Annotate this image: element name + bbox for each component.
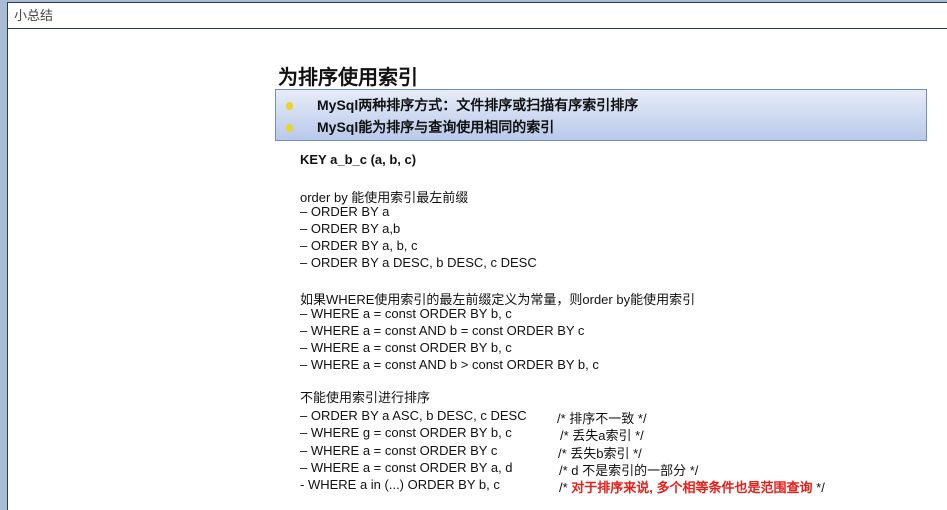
comment-open: /* (559, 480, 572, 495)
code-line: – WHERE a = const AND b > const ORDER BY… (300, 357, 599, 372)
code-line: - WHERE a in (...) ORDER BY b, c (300, 477, 500, 492)
comment-close: */ (812, 480, 825, 495)
slide-title: 为排序使用索引 (278, 67, 418, 89)
bullet-item: MySql能为排序与查询使用相同的索引 (286, 117, 554, 137)
bullet-text: MySql两种排序方式：文件排序或扫描有序索引排序 (317, 97, 639, 113)
code-line: – ORDER BY a DESC, b DESC, c DESC (300, 255, 537, 270)
bullet-band: MySql两种排序方式：文件排序或扫描有序索引排序 MySql能为排序与查询使用… (275, 89, 927, 141)
code-line: – WHERE a = const ORDER BY a, d (300, 460, 513, 475)
window-title: 小总结 (8, 3, 947, 29)
bullet-item: MySql两种排序方式：文件排序或扫描有序索引排序 (286, 95, 638, 115)
key-definition: KEY a_b_c (a, b, c) (300, 152, 417, 167)
bullet-icon (286, 102, 293, 111)
code-line: – WHERE a = const ORDER BY b, c (300, 340, 512, 355)
code-line: – WHERE a = const AND b = const ORDER BY… (300, 323, 585, 338)
code-line: – ORDER BY a, b, c (300, 238, 418, 253)
bullet-icon (286, 124, 293, 133)
code-comment: /* 丢失a索引 */ (560, 428, 644, 443)
code-line: – WHERE a = const ORDER BY b, c (300, 306, 512, 321)
code-line: – ORDER BY a,b (300, 221, 401, 236)
code-line: – ORDER BY a ASC, b DESC, c DESC (300, 408, 527, 423)
code-line: – ORDER BY a (300, 204, 390, 219)
code-line: – WHERE g = const ORDER BY b, c (300, 425, 512, 440)
section-heading: 不能使用索引进行排序 (300, 390, 431, 405)
code-line: – WHERE a = const ORDER BY c (300, 443, 498, 458)
highlighted-note: 对于排序来说, 多个相等条件也是范围查询 (571, 480, 813, 495)
bullet-text: MySql能为排序与查询使用相同的索引 (317, 119, 555, 135)
code-comment: /* 对于排序来说, 多个相等条件也是范围查询 */ (559, 477, 825, 496)
